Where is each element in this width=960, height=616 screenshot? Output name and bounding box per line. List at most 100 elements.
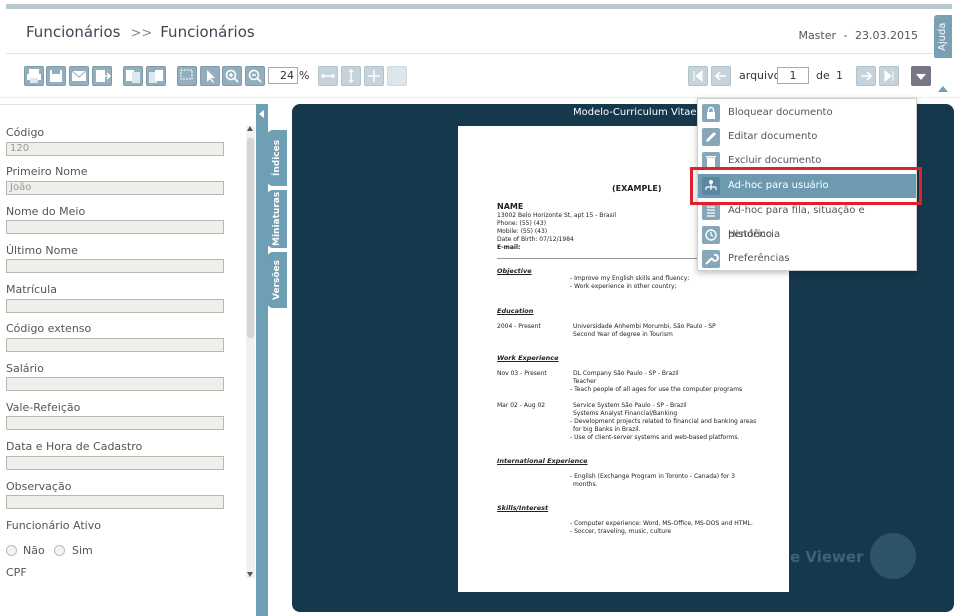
doc-w1-3: - Teach people of all ages for use the c… bbox=[570, 386, 743, 393]
lock-icon bbox=[702, 104, 720, 122]
menu-item-label: Preferências bbox=[728, 253, 790, 264]
doc-skills-1: - Computer experience: Word, MS-Office, … bbox=[570, 520, 753, 527]
doc-w2-4: for big Banks in Brazil. bbox=[573, 426, 641, 433]
doc-edu-1: Universidade Anhembi Morumbi, São Paulo … bbox=[573, 323, 716, 330]
doc-intl-1: - English (Exchange Program in Toronto -… bbox=[570, 473, 735, 480]
doc-objective-2: - Work experience in other country; bbox=[570, 283, 677, 290]
field-codigo[interactable]: 120 bbox=[6, 142, 224, 156]
field-label-observacao: Observação bbox=[6, 480, 72, 493]
paste-pages-icon[interactable] bbox=[146, 66, 166, 86]
radio-label-sim: Sim bbox=[72, 544, 93, 557]
date-separator: - bbox=[843, 29, 848, 42]
doc-education-title: Education bbox=[497, 307, 534, 315]
copy-pages-icon[interactable] bbox=[123, 66, 143, 86]
doc-intl-2: months. bbox=[573, 481, 598, 488]
field-label-nome-do-meio: Nome do Meio bbox=[6, 205, 86, 218]
doc-w2-period: Mar 02 - Aug 02 bbox=[497, 402, 546, 409]
field-label-salario: Salário bbox=[6, 362, 44, 375]
last-page-icon[interactable] bbox=[879, 66, 899, 86]
doc-phone: Phone: (55) (43) bbox=[497, 220, 547, 227]
email-icon[interactable] bbox=[69, 66, 89, 86]
doc-example: (EXAMPLE) bbox=[612, 184, 662, 193]
fit-width-icon[interactable] bbox=[318, 66, 338, 86]
field-vale-refeicao[interactable] bbox=[6, 416, 224, 430]
doc-objective-title: Objective bbox=[497, 267, 532, 275]
form-scrollbar-thumb[interactable] bbox=[247, 138, 254, 338]
total-files: 1 bbox=[836, 69, 843, 82]
field-label-funcionario-ativo: Funcionário Ativo bbox=[6, 519, 101, 532]
viewer-logo-icon bbox=[870, 533, 916, 579]
doc-w1-1: DL Company São Paulo - SP - Brazil bbox=[573, 370, 679, 377]
breadcrumb: Funcionários >> Funcionários bbox=[26, 23, 261, 41]
previous-page-icon[interactable] bbox=[711, 66, 731, 86]
tab-versoes[interactable]: Versões bbox=[267, 252, 287, 308]
wrench-icon bbox=[702, 250, 720, 268]
field-matricula[interactable] bbox=[6, 299, 224, 313]
breadcrumb-separator: >> bbox=[130, 26, 153, 41]
doc-skills-2: - Soccer, traveling, music, culture bbox=[570, 528, 672, 535]
rotate-icon[interactable] bbox=[387, 66, 407, 86]
field-codigo-extenso[interactable] bbox=[6, 338, 224, 352]
arquivo-input[interactable] bbox=[777, 67, 809, 84]
field-observacao[interactable] bbox=[6, 495, 224, 509]
field-nome-do-meio[interactable] bbox=[6, 220, 224, 234]
doc-w1-2: Teacher bbox=[573, 378, 597, 385]
user-name: Master bbox=[798, 29, 837, 42]
help-tab[interactable]: Ajuda bbox=[934, 15, 952, 59]
menu-item-bloquear[interactable]: Bloquear documento bbox=[698, 101, 916, 125]
field-primeiro-nome[interactable]: João bbox=[6, 181, 224, 195]
menu-item-historico[interactable]: Histórico bbox=[698, 223, 916, 247]
scroll-up-arrow-icon[interactable] bbox=[247, 126, 253, 131]
zoom-in-icon[interactable] bbox=[222, 66, 242, 86]
page-header: Funcionários >> Funcionários Master - 23.0… bbox=[6, 4, 952, 59]
field-label-matricula: Matrícula bbox=[6, 283, 57, 296]
arquivo-label: arquivo bbox=[739, 69, 781, 82]
fit-page-icon[interactable] bbox=[364, 66, 384, 86]
field-label-codigo-extenso: Código extenso bbox=[6, 322, 92, 335]
field-salario[interactable] bbox=[6, 377, 224, 391]
select-area-icon[interactable] bbox=[177, 66, 197, 86]
scroll-down-arrow-icon[interactable] bbox=[247, 572, 253, 577]
save-icon[interactable] bbox=[46, 66, 66, 86]
doc-objective-1: - Improve my English skills and fluency; bbox=[570, 275, 690, 282]
export-icon[interactable] bbox=[92, 66, 112, 86]
first-page-icon[interactable] bbox=[688, 66, 708, 86]
pointer-icon[interactable] bbox=[200, 66, 220, 86]
tab-miniaturas[interactable]: Miniaturas bbox=[267, 190, 287, 248]
tab-indices[interactable]: Índices bbox=[267, 130, 287, 186]
doc-address: 13002 Belo Horizonte St, apt 15 - Brasil bbox=[497, 212, 616, 219]
fit-height-icon[interactable] bbox=[341, 66, 361, 86]
field-data-hora-cadastro[interactable] bbox=[6, 456, 224, 470]
viewer-watermark: e Viewer bbox=[790, 548, 864, 566]
clock-icon bbox=[702, 226, 720, 244]
field-label-vale-refeicao: Vale-Refeição bbox=[6, 401, 81, 414]
field-ultimo-nome[interactable] bbox=[6, 259, 224, 273]
menu-item-label: Excluir documento bbox=[728, 155, 822, 166]
menu-item-preferencias[interactable]: Preferências bbox=[698, 247, 916, 271]
print-icon[interactable] bbox=[24, 66, 44, 86]
radio-nao[interactable] bbox=[6, 545, 17, 556]
doc-email: E-mail: bbox=[497, 244, 521, 251]
document-title: Modelo-Curriculum Vitae-4 bbox=[573, 107, 707, 118]
doc-skills-title: Skills/Interest bbox=[497, 504, 549, 512]
radio-label-nao: Não bbox=[23, 544, 45, 557]
collapse-panel-arrow-icon[interactable] bbox=[259, 110, 264, 118]
zoom-out-icon[interactable] bbox=[245, 66, 265, 86]
zoom-unit: % bbox=[299, 69, 310, 82]
breadcrumb-item-module[interactable]: Funcionários bbox=[26, 23, 120, 41]
menu-item-label: Bloquear documento bbox=[728, 107, 833, 118]
collapse-toolbar-icon[interactable] bbox=[938, 86, 948, 92]
radio-sim[interactable] bbox=[54, 545, 65, 556]
menu-item-editar[interactable]: Editar documento bbox=[698, 125, 916, 149]
user-date-info: Master - 23.03.2015 bbox=[798, 29, 918, 42]
doc-mobile: Mobile: (55) (43) bbox=[497, 228, 548, 235]
field-label-ultimo-nome: Último Nome bbox=[6, 244, 78, 257]
zoom-input[interactable] bbox=[268, 67, 298, 84]
options-menu-button[interactable] bbox=[911, 66, 931, 86]
document-toolbar: % arquivo de 1 bbox=[0, 58, 960, 98]
doc-w2-3: - Development projects related to financ… bbox=[570, 418, 757, 425]
doc-intl-title: International Experience bbox=[497, 457, 588, 465]
doc-edu-period: 2004 - Present bbox=[497, 323, 541, 330]
doc-w2-1: Service System São Paulo - SP - Brazil bbox=[573, 402, 687, 409]
next-page-icon[interactable] bbox=[856, 66, 876, 86]
